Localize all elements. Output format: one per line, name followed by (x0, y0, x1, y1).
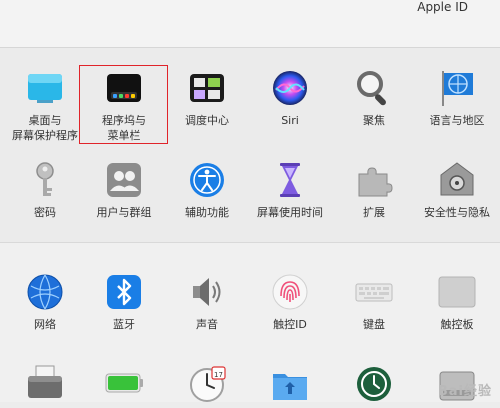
pane-sound[interactable]: 声音 (162, 272, 252, 332)
pane-spotlight[interactable]: 聚焦 (329, 68, 419, 128)
pane-label: 声音 (196, 318, 218, 331)
date-time-icon: 17 (187, 364, 227, 404)
pane-label: 键盘 (363, 318, 385, 331)
pane-printers[interactable] (0, 364, 90, 404)
pane-label: 屏幕使用时间 (257, 206, 323, 219)
network-icon (25, 272, 65, 312)
bluetooth-icon (104, 272, 144, 312)
pane-language-region[interactable]: 语言与地区 (412, 68, 500, 128)
pane-label: 扩展 (363, 206, 385, 219)
language-region-icon (437, 68, 477, 108)
sound-icon (187, 272, 227, 312)
extensions-icon (354, 160, 394, 200)
pane-battery[interactable] (79, 364, 169, 404)
spotlight-icon (354, 68, 394, 108)
battery-icon (104, 364, 144, 404)
highlight-box (79, 65, 168, 144)
desktop-screensaver-icon (25, 68, 65, 108)
pane-sharing[interactable] (245, 364, 335, 404)
pane-touch-id[interactable]: 触控ID (245, 272, 335, 332)
pane-date-time[interactable]: 17 (162, 364, 252, 404)
svg-text:17: 17 (214, 371, 223, 379)
pane-label: 调度中心 (185, 114, 229, 127)
siri-icon (270, 68, 310, 108)
pane-passwords[interactable]: 密码 (0, 160, 90, 220)
printer-icon (25, 364, 65, 404)
users-groups-icon (104, 160, 144, 200)
pane-network[interactable]: 网络 (0, 272, 90, 332)
pane-bluetooth[interactable]: 蓝牙 (79, 272, 169, 332)
mission-control-icon (187, 68, 227, 108)
pane-time-machine[interactable] (329, 364, 419, 404)
pane-screen-time[interactable]: 屏幕使用时间 (245, 160, 335, 220)
pane-label: Siri (281, 114, 299, 127)
screen-time-icon (270, 160, 310, 200)
pane-label: 聚焦 (363, 114, 385, 127)
pane-users-groups[interactable]: 用户与群组 (79, 160, 169, 220)
pane-label: 用户与群组 (96, 206, 152, 219)
pane-label: 桌面与 屏幕保护程序 (12, 114, 78, 142)
touch-id-icon (270, 272, 310, 312)
time-machine-icon (354, 364, 394, 404)
pane-label: 安全性与隐私 (424, 206, 490, 219)
pane-label: 密码 (34, 206, 56, 219)
sharing-folder-icon (270, 364, 310, 404)
pane-security-privacy[interactable]: 安全性与隐私 (412, 160, 500, 220)
pane-accessibility[interactable]: 辅助功能 (162, 160, 252, 220)
pane-trackpad[interactable]: 触控板 (412, 272, 500, 332)
pane-label: 语言与地区 (429, 114, 485, 127)
pane-extensions[interactable]: 扩展 (329, 160, 419, 220)
passwords-icon (25, 160, 65, 200)
pane-desktop-screensaver[interactable]: 桌面与 屏幕保护程序 (0, 68, 90, 143)
pane-label: 蓝牙 (113, 318, 135, 331)
accessibility-icon (187, 160, 227, 200)
pane-label: 网络 (34, 318, 56, 331)
pane-label: 触控ID (273, 318, 307, 331)
apple-id-link[interactable]: Apple ID (417, 0, 468, 14)
pane-label: 辅助功能 (185, 206, 229, 219)
pane-siri[interactable]: Siri (245, 68, 335, 128)
watermark: Bai经验 (437, 384, 492, 399)
security-privacy-icon (437, 160, 477, 200)
trackpad-icon (437, 272, 477, 312)
pane-keyboard[interactable]: 键盘 (329, 272, 419, 332)
pane-mission-control[interactable]: 调度中心 (162, 68, 252, 128)
keyboard-icon (354, 272, 394, 312)
top-bar: Apple ID (0, 0, 500, 48)
pane-label: 触控板 (440, 318, 474, 331)
